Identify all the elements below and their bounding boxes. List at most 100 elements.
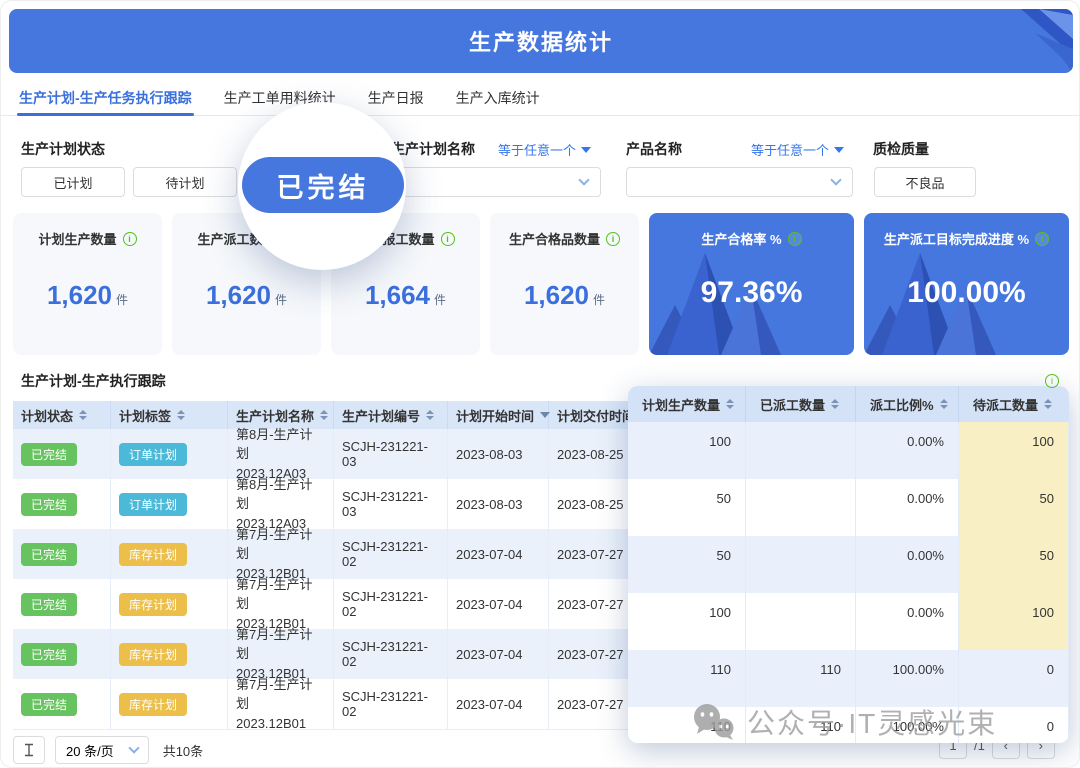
sort-icon[interactable] xyxy=(940,399,948,409)
table-row[interactable]: 110 110 100.00% 0 xyxy=(628,707,1069,743)
table-row[interactable]: 50 0.00% 50 xyxy=(628,479,1069,536)
dispatched-qty: 110 xyxy=(746,707,856,743)
sort-icon[interactable] xyxy=(831,399,839,409)
ibeam-icon xyxy=(23,743,35,757)
product-name-operator-dropdown[interactable]: 等于任意一个 xyxy=(751,140,844,159)
tab-production-daily[interactable]: 生产日报 xyxy=(366,83,426,115)
stat-value: 1,620 xyxy=(524,280,589,310)
pending-qty: 50 xyxy=(959,536,1069,593)
col-plan-tag[interactable]: 计划标签 xyxy=(111,401,228,429)
column-settings-button[interactable] xyxy=(13,736,45,764)
plan-code: SCJH-231221-02 xyxy=(334,679,448,729)
table-section-title: 生产计划-生产执行跟踪 xyxy=(21,371,166,391)
col-planned-qty[interactable]: 计划生产数量 xyxy=(628,386,746,422)
info-icon[interactable]: i xyxy=(1035,232,1049,246)
info-icon[interactable]: i xyxy=(123,232,137,246)
stat-title: 生产派工目标完成进度 % xyxy=(884,229,1029,248)
header-banner: 生产数据统计 xyxy=(9,9,1073,73)
stat-unit: 件 xyxy=(116,293,128,307)
product-name-label: 产品名称 xyxy=(626,139,682,159)
page-size-select[interactable]: 20 条/页 xyxy=(55,736,149,764)
sort-icon[interactable] xyxy=(320,410,328,420)
plan-status-option-completed[interactable]: 已完结 xyxy=(242,157,404,213)
total-count: 共10条 xyxy=(163,741,203,760)
dispatch-ratio: 100.00% xyxy=(856,650,959,707)
info-icon[interactable]: i xyxy=(441,232,455,246)
tag-badge: 订单计划 xyxy=(119,443,187,466)
production-dashboard: 生产数据统计 生产计划-生产任务执行跟踪 生产工单用料统计 生产日报 生产入库统… xyxy=(0,0,1080,768)
plan-code: SCJH-231221-02 xyxy=(334,629,448,679)
quality-option-defective[interactable]: 不良品 xyxy=(874,167,976,197)
table-row[interactable]: 110 110 100.00% 0 xyxy=(628,650,1069,707)
plan-status-option-planned[interactable]: 已计划 xyxy=(21,167,125,197)
col-plan-status[interactable]: 计划状态 xyxy=(13,401,111,429)
sort-icon[interactable] xyxy=(177,410,185,420)
plan-name-line1: 第7月-生产计划 xyxy=(236,575,325,614)
plan-code: SCJH-231221-03 xyxy=(334,479,448,529)
planned-qty: 50 xyxy=(628,479,746,536)
dispatch-ratio: 0.00% xyxy=(856,593,959,650)
col-pending-qty[interactable]: 待派工数量 xyxy=(959,386,1069,422)
pending-qty: 50 xyxy=(959,479,1069,536)
tag-badge: 库存计划 xyxy=(119,693,187,716)
plan-code: SCJH-231221-03 xyxy=(334,429,448,479)
stat-card-dispatch-progress: 生产派工目标完成进度 %i 100.00% xyxy=(864,213,1069,355)
pending-qty: 0 xyxy=(959,707,1069,743)
plan-status-option-pending[interactable]: 待计划 xyxy=(133,167,237,197)
start-date: 2023-08-03 xyxy=(448,429,549,479)
stat-unit: 件 xyxy=(593,293,605,307)
overlay-info-icon[interactable]: i xyxy=(1045,374,1059,388)
info-icon[interactable]: i xyxy=(606,232,620,246)
start-date: 2023-07-04 xyxy=(448,629,549,679)
sort-icon[interactable] xyxy=(1044,399,1052,409)
tag-badge: 库存计划 xyxy=(119,543,187,566)
stat-card-qualified-qty: 生产合格品数量i 1,620件 xyxy=(490,213,639,355)
table-row[interactable]: 100 0.00% 100 xyxy=(628,593,1069,650)
page-title: 生产数据统计 xyxy=(469,25,613,57)
quality-label: 质检质量 xyxy=(873,139,929,159)
plan-status-label: 生产计划状态 xyxy=(21,139,105,159)
sort-icon[interactable] xyxy=(426,410,434,420)
plan-name-operator-dropdown[interactable]: 等于任意一个 xyxy=(498,140,591,159)
pending-qty: 100 xyxy=(959,593,1069,650)
col-dispatched-qty[interactable]: 已派工数量 xyxy=(746,386,856,422)
dispatched-qty xyxy=(746,536,856,593)
tab-inbound-stats[interactable]: 生产入库统计 xyxy=(454,83,542,115)
dispatch-ratio: 0.00% xyxy=(856,536,959,593)
tab-bar: 生产计划-生产任务执行跟踪 生产工单用料统计 生产日报 生产入库统计 xyxy=(1,83,1079,116)
start-date: 2023-07-04 xyxy=(448,679,549,729)
plan-name-line1: 第7月-生产计划 xyxy=(236,525,325,564)
sort-icon[interactable] xyxy=(726,399,734,409)
sort-icon[interactable] xyxy=(79,410,87,420)
caret-down-icon xyxy=(581,147,591,153)
dispatch-ratio: 0.00% xyxy=(856,422,959,479)
plan-name-line1: 第7月-生产计划 xyxy=(236,675,325,714)
start-date: 2023-07-04 xyxy=(448,529,549,579)
plan-name-select[interactable] xyxy=(391,167,601,197)
status-badge: 已完结 xyxy=(21,693,77,716)
table-row[interactable]: 50 0.00% 50 xyxy=(628,536,1069,593)
status-badge: 已完结 xyxy=(21,543,77,566)
col-dispatch-ratio[interactable]: 派工比例% xyxy=(856,386,959,422)
stat-cards-row: 计划生产数量i 1,620件 生产派工数量i 1,620件 生产报工数量i 1,… xyxy=(13,213,1069,355)
dispatched-qty xyxy=(746,422,856,479)
tab-production-plan-tracking[interactable]: 生产计划-生产任务执行跟踪 xyxy=(17,83,194,115)
status-badge: 已完结 xyxy=(21,593,77,616)
stat-value: 1,620 xyxy=(206,280,271,310)
info-icon[interactable]: i xyxy=(788,232,802,246)
stat-card-pass-rate: 生产合格率 %i 97.36% xyxy=(649,213,854,355)
start-date: 2023-08-03 xyxy=(448,479,549,529)
table-row[interactable]: 100 0.00% 100 xyxy=(628,422,1069,479)
status-badge: 已完结 xyxy=(21,493,77,516)
planned-qty: 110 xyxy=(628,707,746,743)
tag-badge: 库存计划 xyxy=(119,593,187,616)
col-start-date[interactable]: 计划开始时间 xyxy=(448,401,549,429)
status-badge: 已完结 xyxy=(21,643,77,666)
caret-down-icon xyxy=(834,147,844,153)
stat-title: 计划生产数量 xyxy=(38,229,116,248)
product-name-operator-text: 等于任意一个 xyxy=(751,140,829,159)
start-date: 2023-07-04 xyxy=(448,579,549,629)
col-plan-code[interactable]: 生产计划编号 xyxy=(334,401,448,429)
product-name-select[interactable] xyxy=(626,167,853,197)
chevron-down-icon xyxy=(578,174,589,185)
